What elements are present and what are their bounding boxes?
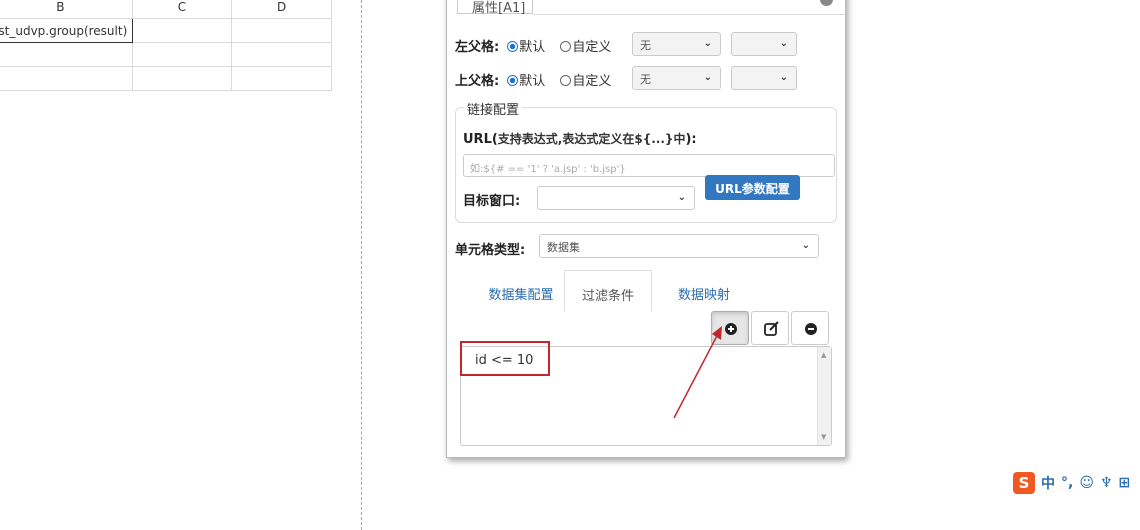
left-parent-default-radio[interactable]	[507, 41, 519, 52]
property-panel: 属性[A1] 左父格: 默认 自定义 无 ⌄ ⌄ 上父格: 默认 自定义 无 ⌄ ⌄…	[446, 0, 846, 458]
highlight-box	[460, 341, 550, 376]
top-parent-default-radio[interactable]	[507, 75, 519, 86]
sheet-cell[interactable]	[131, 42, 233, 67]
ime-keyboard-icon[interactable]: ⊞	[1119, 475, 1131, 491]
url-label: URL(支持表达式,表达式定义在${...}中):	[463, 130, 697, 147]
ime-logo-icon[interactable]: S	[1013, 472, 1035, 494]
ime-chinese-mode[interactable]: 中	[1041, 473, 1055, 493]
chevron-down-icon: ⌄	[703, 72, 712, 83]
selected-cell[interactable]: est_udvp.group(result)	[0, 18, 133, 43]
annotation-arrow	[673, 326, 722, 419]
sheet-cell[interactable]	[231, 18, 332, 43]
cell-type-select[interactable]: 数据集 ⌄	[539, 234, 819, 258]
top-parent-row: 上父格: 默认 自定义	[455, 70, 611, 89]
left-parent-custom-radio[interactable]	[560, 41, 572, 52]
chevron-down-icon: ⌄	[779, 72, 788, 83]
scroll-up-icon[interactable]: ▲	[821, 351, 826, 359]
url-label-start: URL(	[463, 132, 498, 147]
link-config-legend: 链接配置	[464, 99, 523, 118]
tab-filter-conditions[interactable]: 过滤条件	[564, 270, 652, 312]
url-label-hint: 支持表达式,表达式定义在${...}中	[497, 132, 686, 146]
left-parent-row: 左父格: 默认 自定义	[455, 36, 611, 55]
chevron-down-icon: ⌄	[779, 38, 788, 49]
remove-filter-button[interactable]	[791, 311, 829, 345]
scrollbar[interactable]: ▲ ▼	[817, 347, 831, 445]
page-break-line	[361, 0, 362, 530]
cell-config-tabs: 数据集配置 过滤条件 数据映射	[459, 270, 839, 312]
sheet-cell[interactable]	[131, 18, 233, 43]
spreadsheet: B C D est_udvp.group(result)	[0, 0, 344, 92]
target-window-select[interactable]: ⌄	[537, 186, 695, 210]
left-parent-custom-label: 自定义	[572, 40, 612, 55]
top-parent-select-2[interactable]: ⌄	[731, 66, 797, 90]
top-parent-custom-label: 自定义	[572, 74, 612, 89]
edit-filter-button[interactable]	[751, 311, 789, 345]
sheet-cell[interactable]	[131, 66, 233, 91]
sheet-cell[interactable]	[231, 42, 332, 67]
sheet-grid: B C D est_udvp.group(result)	[0, 0, 332, 91]
tab-properties[interactable]: 属性[A1]	[457, 0, 533, 16]
url-params-button[interactable]: URL参数配置	[705, 175, 800, 200]
cell-type-label: 单元格类型:	[455, 243, 526, 258]
sheet-cell[interactable]	[0, 66, 133, 91]
sheet-cell[interactable]	[231, 66, 332, 91]
url-label-end: ):	[685, 132, 697, 147]
top-parent-select[interactable]: 无 ⌄	[632, 66, 721, 90]
tab-data-mapping[interactable]: 数据映射	[659, 270, 749, 312]
col-header-d[interactable]: D	[231, 0, 332, 19]
left-parent-select[interactable]: 无 ⌄	[632, 32, 721, 56]
top-parent-label: 上父格:	[455, 74, 500, 89]
chevron-down-icon: ⌄	[801, 240, 810, 251]
url-input[interactable]: 如:${# == '1' ? 'a.jsp' : 'b.jsp'}	[463, 154, 835, 177]
top-parent-custom-radio[interactable]	[560, 75, 572, 86]
chevron-down-icon: ⌄	[703, 38, 712, 49]
left-parent-default-label: 默认	[519, 40, 546, 55]
ime-voice-icon[interactable]: ♆	[1100, 475, 1113, 491]
scroll-down-icon[interactable]: ▼	[821, 433, 826, 441]
left-parent-label: 左父格:	[455, 40, 500, 55]
tab-divider	[533, 14, 845, 15]
tab-dataset-config[interactable]: 数据集配置	[471, 270, 571, 312]
left-parent-select-value: 无	[640, 39, 651, 52]
target-window-label: 目标窗口:	[463, 194, 521, 209]
top-parent-select-value: 无	[640, 73, 651, 86]
left-parent-select-2[interactable]: ⌄	[731, 32, 797, 56]
cell-type-value: 数据集	[547, 241, 580, 254]
ime-toolbar: S 中 °, ☺ ♆ ⊞	[1013, 472, 1130, 494]
edit-icon	[764, 321, 779, 336]
minus-circle-icon	[805, 323, 817, 335]
chevron-down-icon: ⌄	[677, 192, 686, 203]
col-header-b[interactable]: B	[0, 0, 133, 19]
ime-punctuation-icon[interactable]: °,	[1061, 475, 1073, 491]
ime-emoji-icon[interactable]: ☺	[1079, 475, 1094, 491]
gear-icon[interactable]	[820, 0, 833, 6]
link-config-group: 链接配置 URL(支持表达式,表达式定义在${...}中): 如:${# == …	[455, 99, 837, 223]
col-header-c[interactable]: C	[131, 0, 233, 19]
top-parent-default-label: 默认	[519, 74, 546, 89]
sheet-cell[interactable]	[0, 42, 133, 67]
